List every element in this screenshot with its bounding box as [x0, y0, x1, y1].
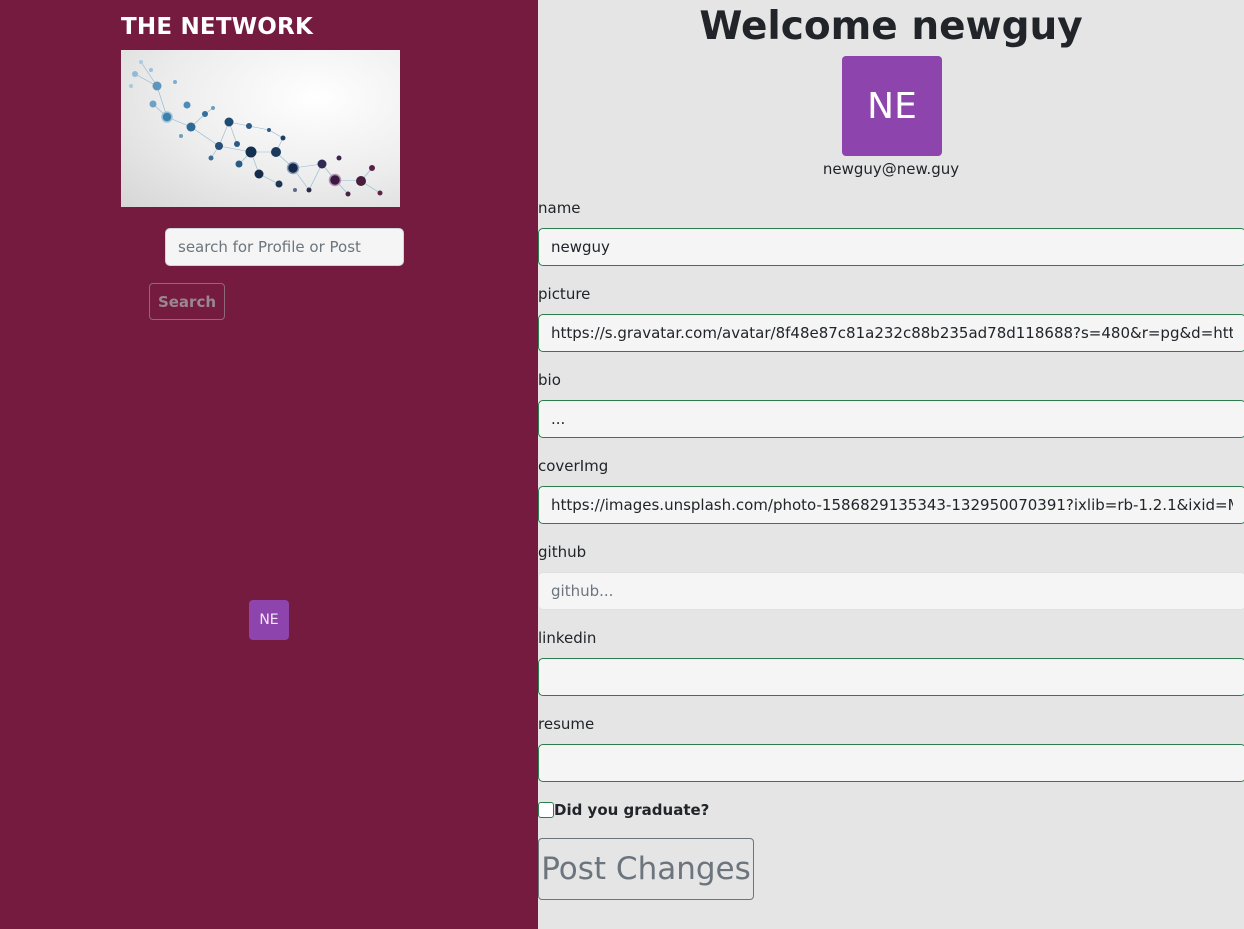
search-input[interactable]: [165, 228, 404, 266]
picture-field[interactable]: [538, 314, 1244, 352]
profile-edit-panel: Welcome newguy NE newguy@new.guy name pi…: [538, 0, 1244, 929]
avatar[interactable]: NE: [249, 600, 289, 640]
name-label: name: [538, 199, 581, 217]
bio-field[interactable]: [538, 400, 1244, 438]
linkedin-label: linkedin: [538, 629, 597, 647]
profile-email: newguy@new.guy: [822, 160, 960, 178]
name-field[interactable]: [538, 228, 1244, 266]
post-changes-button[interactable]: Post Changes: [538, 838, 754, 900]
sidebar: THE NETWORK search for Profile or Post S…: [0, 0, 538, 929]
page-title: Welcome newguy: [699, 4, 1083, 49]
resume-field[interactable]: [538, 744, 1244, 782]
resume-label: resume: [538, 715, 595, 733]
network-banner-image: [121, 50, 400, 207]
github-label: github: [538, 543, 587, 561]
linkedin-field[interactable]: [538, 658, 1244, 696]
cover-img-field[interactable]: [538, 486, 1244, 524]
bio-label: bio: [538, 371, 561, 389]
profile-avatar: NE: [842, 56, 942, 156]
cover-img-label: coverImg: [538, 457, 609, 475]
github-field[interactable]: [538, 572, 1244, 610]
search-button[interactable]: Search: [149, 283, 225, 320]
graduated-row: Did you graduate?: [538, 801, 709, 819]
graduated-label[interactable]: Did you graduate?: [554, 801, 709, 819]
picture-label: picture: [538, 285, 591, 303]
network-graph-icon: [129, 60, 383, 197]
brand-title[interactable]: THE NETWORK: [121, 14, 313, 40]
graduated-checkbox[interactable]: [538, 802, 554, 818]
